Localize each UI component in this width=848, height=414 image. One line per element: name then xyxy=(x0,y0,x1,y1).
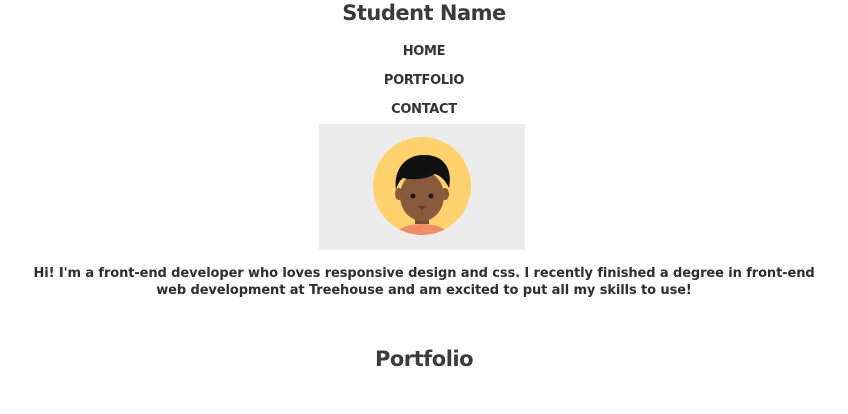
nav-link-home[interactable]: HOME xyxy=(403,44,446,59)
student-avatar-icon xyxy=(373,137,471,235)
hero-image xyxy=(319,124,525,250)
portfolio-heading: Portfolio xyxy=(374,347,474,371)
site-title: Student Name xyxy=(342,1,506,25)
nav-item-contact: CONTACT xyxy=(0,98,848,127)
main-nav: HOME PORTFOLIO CONTACT xyxy=(0,40,848,127)
intro-text: Hi! I'm a front-end developer who loves … xyxy=(33,266,815,298)
nav-item-home: HOME xyxy=(0,40,848,69)
nav-link-portfolio[interactable]: PORTFOLIO xyxy=(384,73,465,88)
nav-item-portfolio: PORTFOLIO xyxy=(0,69,848,98)
nav-link-contact[interactable]: CONTACT xyxy=(391,102,457,117)
